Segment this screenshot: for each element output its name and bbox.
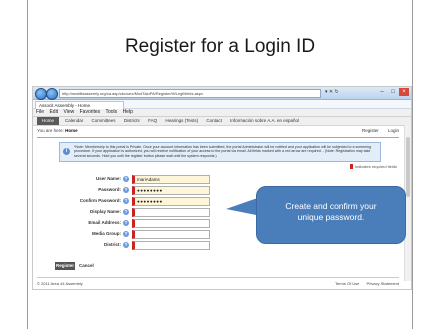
scrollbar-thumb[interactable] — [406, 137, 410, 197]
user-name-label: User Name: — [95, 176, 121, 181]
close-icon[interactable]: × — [399, 88, 409, 96]
nav-contact[interactable]: Contact — [206, 118, 222, 123]
info-icon: i — [63, 148, 70, 155]
form-row-password: Password: ? ●●●●●●●● — [33, 186, 273, 195]
menu-tools[interactable]: Tools — [105, 109, 117, 115]
nav-home[interactable]: Home — [37, 117, 59, 125]
register-button[interactable]: Register — [55, 262, 75, 270]
login-link[interactable]: Login — [388, 128, 399, 133]
menu-help[interactable]: Help — [123, 109, 133, 115]
form-row-media-group: Media Group: ? — [33, 230, 273, 239]
confirm-password-input[interactable]: ●●●●●●●● — [132, 197, 210, 206]
site-nav: Home Calendar Committees Districts FAQ H… — [33, 117, 411, 126]
email-label: Email Address: — [88, 220, 121, 225]
media-group-input[interactable] — [132, 230, 210, 239]
callout-line-2: unique password. — [297, 212, 365, 222]
privacy-link[interactable]: Privacy Statement — [367, 281, 399, 286]
help-icon[interactable]: ? — [123, 187, 129, 193]
help-icon[interactable]: ? — [123, 231, 129, 237]
required-marker-icon — [349, 164, 353, 170]
register-link[interactable]: Register — [362, 128, 379, 133]
browser-tab-strip: Associt Assembly - Home — [33, 100, 411, 109]
browser-address-bar: http://snatlitsassemly.org/ca.asp/cbc/ue… — [33, 87, 411, 100]
forward-icon[interactable] — [46, 88, 58, 100]
user-name-input[interactable]: mariAdams — [132, 175, 210, 184]
required-note-text: Indicates required fields — [354, 164, 397, 169]
help-icon[interactable]: ? — [123, 176, 129, 182]
menu-edit[interactable]: Edit — [49, 109, 58, 115]
breadcrumb-current[interactable]: Home — [65, 128, 78, 133]
menu-view[interactable]: View — [63, 109, 74, 115]
help-icon[interactable]: ? — [123, 209, 129, 215]
help-icon[interactable]: ? — [123, 220, 129, 226]
media-group-label: Media Group: — [92, 231, 121, 236]
nav-faq[interactable]: FAQ — [148, 118, 157, 123]
help-icon[interactable]: ? — [123, 242, 129, 248]
notice-text: *Note: Membership to this portal is Priv… — [74, 145, 372, 158]
terms-link[interactable]: Terms Of Use — [335, 281, 359, 286]
address-input[interactable]: http://snatlitsassemly.org/ca.asp/cbc/ue… — [59, 89, 321, 98]
nav-spanish[interactable]: Información sobre A.A. en español — [230, 118, 299, 123]
minimize-icon[interactable]: – — [377, 88, 387, 96]
district-input[interactable] — [132, 241, 210, 250]
divider — [37, 137, 399, 138]
cancel-button[interactable]: Cancel — [79, 262, 94, 270]
nav-committees[interactable]: Committees — [92, 118, 116, 123]
help-icon[interactable]: ? — [123, 198, 129, 204]
footer: © 2011 Area 44 Assembly Terms Of Use Pri… — [37, 280, 399, 287]
callout-bubble: Create and confirm your unique password. — [256, 186, 406, 244]
password-input[interactable]: ●●●●●●●● — [132, 186, 210, 195]
display-name-input[interactable] — [132, 208, 210, 217]
notice-box: i *Note: Membership to this portal is Pr… — [59, 142, 381, 162]
password-label: Password: — [98, 187, 121, 192]
browser-menu-bar: File Edit View Favorites Tools Help — [33, 109, 411, 117]
district-label: District: — [103, 242, 121, 247]
browser-tab[interactable]: Associt Assembly - Home — [35, 101, 124, 109]
email-input[interactable] — [132, 219, 210, 228]
menu-favorites[interactable]: Favorites — [80, 109, 101, 115]
breadcrumb-prefix: You are here: — [37, 128, 64, 133]
nav-calendar[interactable]: Calendar — [65, 118, 83, 123]
display-name-label: Display Name: — [89, 209, 121, 214]
footer-divider — [37, 277, 399, 278]
menu-file[interactable]: File — [36, 109, 44, 115]
breadcrumb: You are here: Home — [37, 127, 78, 135]
nav-hearings[interactable]: Hearings (Tests) — [165, 118, 198, 123]
required-note: Indicates required fields — [349, 164, 397, 170]
form-row-user-name: User Name: ? mariAdams — [33, 175, 273, 184]
maximize-icon[interactable]: □ — [388, 88, 398, 96]
copyright: © 2011 Area 44 Assembly — [37, 281, 83, 286]
form-row-email: Email Address: ? — [33, 219, 273, 228]
form-row-district: District: ? — [33, 241, 273, 250]
breadcrumb-row: You are here: Home Register Login — [33, 127, 403, 135]
address-controls[interactable]: ▾ ✕ ↻ — [325, 89, 339, 95]
slide-title: Register for a Login ID — [124, 36, 316, 57]
confirm-password-label: Confirm Password: — [79, 198, 121, 203]
callout-line-1: Create and confirm your — [285, 201, 377, 211]
nav-districts[interactable]: Districts — [124, 118, 140, 123]
